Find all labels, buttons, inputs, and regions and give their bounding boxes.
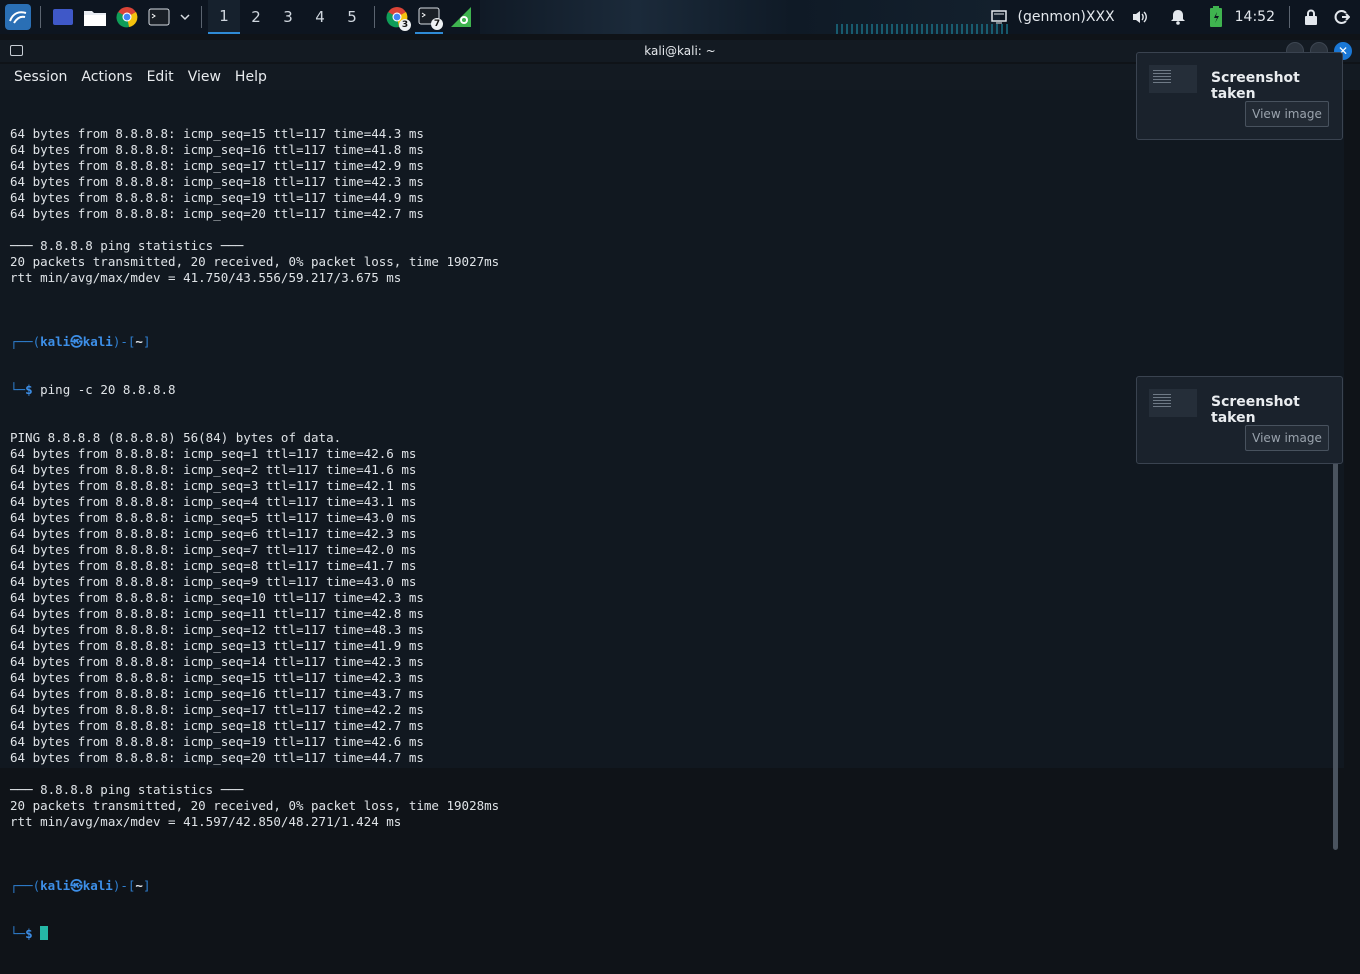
workspace-4[interactable]: 4 xyxy=(304,0,336,34)
screenshot-thumbnail xyxy=(1149,389,1197,417)
terminal-line: 64 bytes from 8.8.8.8: icmp_seq=15 ttl=1… xyxy=(10,670,424,685)
chrome-icon[interactable] xyxy=(113,3,141,31)
terminal-lines: 64 bytes from 8.8.8.8: icmp_seq=15 ttl=1… xyxy=(10,94,499,974)
terminal-line: PING 8.8.8.8 (8.8.8.8) 56(84) bytes of d… xyxy=(10,430,342,445)
output-block-1: 64 bytes from 8.8.8.8: icmp_seq=15 ttl=1… xyxy=(10,126,499,302)
prompt-line-1: ┌──(kali㉿kali)-[~] xyxy=(10,334,151,349)
prompt-user: kali㉿kali xyxy=(40,334,113,349)
workspace-5[interactable]: 5 xyxy=(336,0,368,34)
terminal-line: 64 bytes from 8.8.8.8: icmp_seq=1 ttl=11… xyxy=(10,446,417,461)
chevron-down-icon[interactable] xyxy=(177,3,193,31)
workspace-3[interactable]: 3 xyxy=(272,0,304,34)
terminal-line: 64 bytes from 8.8.8.8: icmp_seq=4 ttl=11… xyxy=(10,494,417,509)
file-manager-icon[interactable] xyxy=(81,3,109,31)
terminal-window-count-badge: 7 xyxy=(431,18,443,30)
terminal-line: 64 bytes from 8.8.8.8: icmp_seq=6 ttl=11… xyxy=(10,526,417,541)
notification-screenshot-2[interactable]: Screenshot taken View image xyxy=(1136,376,1343,464)
prompt-dir: ~ xyxy=(135,334,143,349)
taskbar-terminal[interactable]: 7 xyxy=(415,0,443,34)
prompt-dir-2: ~ xyxy=(135,878,143,893)
terminal-launcher-icon[interactable] xyxy=(145,3,173,31)
workspace-1[interactable]: 1 xyxy=(208,0,240,34)
taskbar-chrome[interactable]: 3 xyxy=(383,3,411,31)
output-block-2: PING 8.8.8.8 (8.8.8.8) 56(84) bytes of d… xyxy=(10,430,499,846)
terminal-line: 64 bytes from 8.8.8.8: icmp_seq=5 ttl=11… xyxy=(10,510,417,525)
menu-actions[interactable]: Actions xyxy=(81,69,132,85)
terminal-line: 20 packets transmitted, 20 received, 0% … xyxy=(10,254,500,269)
prompt-line-2: ┌──(kali㉿kali)-[~] xyxy=(10,878,151,893)
battery-icon[interactable] xyxy=(1209,6,1223,28)
terminal-line: 64 bytes from 8.8.8.8: icmp_seq=9 ttl=11… xyxy=(10,574,417,589)
window-title: kali@kali: ~ xyxy=(644,44,716,58)
terminal-line: 64 bytes from 8.8.8.8: icmp_seq=7 ttl=11… xyxy=(10,542,417,557)
terminal-line: 64 bytes from 8.8.8.8: icmp_seq=18 ttl=1… xyxy=(10,718,424,733)
screenshot-thumbnail xyxy=(1149,65,1197,93)
menu-help[interactable]: Help xyxy=(235,69,267,85)
clock[interactable]: 14:52 xyxy=(1235,9,1275,25)
volume-icon[interactable] xyxy=(1131,9,1149,25)
command-line-2: └─$ xyxy=(10,926,499,942)
terminal-line: rtt min/avg/max/mdev = 41.750/43.556/59.… xyxy=(10,270,402,285)
terminal-line: ─── 8.8.8.8 ping statistics ─── xyxy=(10,238,244,253)
terminal-line: 64 bytes from 8.8.8.8: icmp_seq=20 ttl=1… xyxy=(10,206,424,221)
system-tray: (genmon)XXX 14:52 xyxy=(983,0,1360,34)
terminal-line: 64 bytes from 8.8.8.8: icmp_seq=2 ttl=11… xyxy=(10,462,417,477)
genmon-plugin[interactable]: (genmon)XXX xyxy=(991,9,1115,25)
terminal-line: 64 bytes from 8.8.8.8: icmp_seq=19 ttl=1… xyxy=(10,734,424,749)
chrome-window-count-badge: 3 xyxy=(399,19,411,31)
genmon-label: (genmon)XXX xyxy=(1017,9,1115,25)
terminal-line: 20 packets transmitted, 20 received, 0% … xyxy=(10,798,500,813)
command-line-1: └─$ ping -c 20 8.8.8.8 xyxy=(10,382,176,397)
view-image-button[interactable]: View image xyxy=(1245,425,1329,451)
menu-session[interactable]: Session xyxy=(14,69,67,85)
lock-icon[interactable] xyxy=(1304,9,1318,25)
notification-title: Screenshot taken xyxy=(1211,394,1300,426)
terminal-line: 64 bytes from 8.8.8.8: icmp_seq=19 ttl=1… xyxy=(10,190,424,205)
terminal-line: rtt min/avg/max/mdev = 41.597/42.850/48.… xyxy=(10,814,402,829)
terminal-line: 64 bytes from 8.8.8.8: icmp_seq=8 ttl=11… xyxy=(10,558,417,573)
terminal-line: 64 bytes from 8.8.8.8: icmp_seq=15 ttl=1… xyxy=(10,126,424,141)
command-text: ping -c 20 8.8.8.8 xyxy=(40,382,176,397)
terminal-line: 64 bytes from 8.8.8.8: icmp_seq=10 ttl=1… xyxy=(10,590,424,605)
menu-edit[interactable]: Edit xyxy=(147,69,174,85)
terminal-line: 64 bytes from 8.8.8.8: icmp_seq=16 ttl=1… xyxy=(10,686,424,701)
terminal-line: ─── 8.8.8.8 ping statistics ─── xyxy=(10,782,244,797)
show-desktop-icon[interactable] xyxy=(49,3,77,31)
terminal-line: 64 bytes from 8.8.8.8: icmp_seq=17 ttl=1… xyxy=(10,158,424,173)
terminal-line: 64 bytes from 8.8.8.8: icmp_seq=18 ttl=1… xyxy=(10,174,424,189)
workspace-2[interactable]: 2 xyxy=(240,0,272,34)
panel-launchers: 1 2 3 4 5 3 7 xyxy=(0,0,477,34)
terminal-line: 64 bytes from 8.8.8.8: icmp_seq=17 ttl=1… xyxy=(10,702,424,717)
taskbar-screenshooter[interactable] xyxy=(447,3,475,31)
monitor-icon xyxy=(991,10,1008,24)
menu-view[interactable]: View xyxy=(188,69,221,85)
terminal-line: 64 bytes from 8.8.8.8: icmp_seq=14 ttl=1… xyxy=(10,654,424,669)
top-panel: 1 2 3 4 5 3 7 (genmon)XXX 14:52 xyxy=(0,0,1360,34)
notification-title: Screenshot taken xyxy=(1211,70,1300,102)
terminal-line: 64 bytes from 8.8.8.8: icmp_seq=11 ttl=1… xyxy=(10,606,424,621)
kali-menu-icon[interactable] xyxy=(4,3,32,31)
terminal-line: 64 bytes from 8.8.8.8: icmp_seq=20 ttl=1… xyxy=(10,750,424,765)
terminal-window-icon[interactable] xyxy=(10,45,23,56)
terminal-line: 64 bytes from 8.8.8.8: icmp_seq=12 ttl=1… xyxy=(10,622,424,637)
terminal-line: 64 bytes from 8.8.8.8: icmp_seq=13 ttl=1… xyxy=(10,638,424,653)
notification-bell-icon[interactable] xyxy=(1170,9,1185,25)
terminal-line: 64 bytes from 8.8.8.8: icmp_seq=16 ttl=1… xyxy=(10,142,424,157)
terminal-line: 64 bytes from 8.8.8.8: icmp_seq=3 ttl=11… xyxy=(10,478,417,493)
prompt-user-2: kali㉿kali xyxy=(40,878,113,893)
view-image-button[interactable]: View image xyxy=(1245,101,1329,127)
text-cursor xyxy=(40,926,49,940)
notification-screenshot-1[interactable]: Screenshot taken View image xyxy=(1136,52,1343,140)
logout-icon[interactable] xyxy=(1334,9,1350,25)
